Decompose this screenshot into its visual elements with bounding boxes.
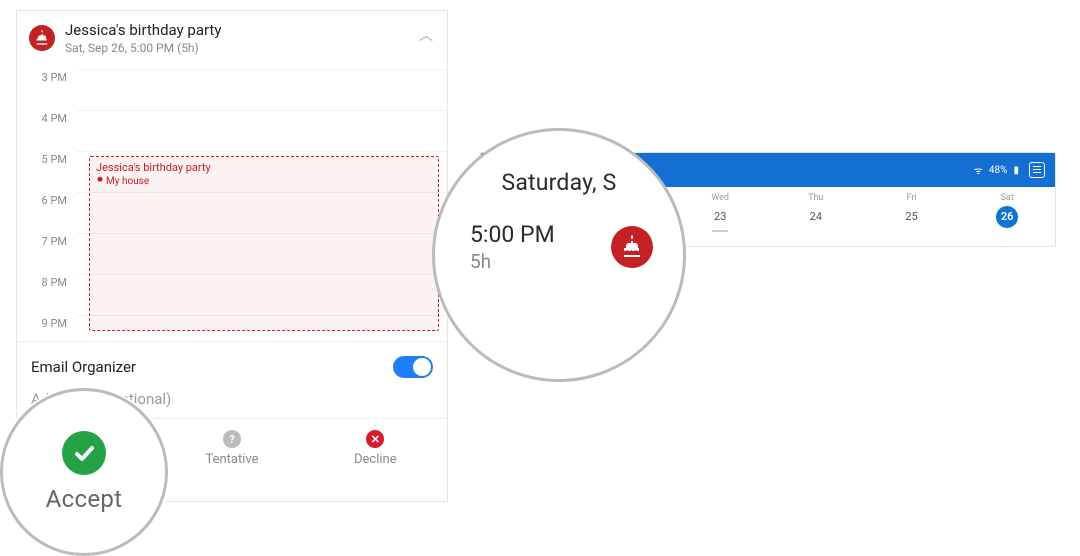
today-indicator	[712, 230, 728, 232]
hour-label: 5 PM	[17, 151, 77, 166]
day-number: 23	[709, 206, 731, 228]
email-organizer-row: Email Organizer	[17, 341, 447, 390]
tentative-label: Tentative	[205, 452, 258, 467]
hour-label: 6 PM	[17, 192, 77, 207]
event-block-title: Jessica's birthday party	[96, 161, 432, 174]
day-name: Sat	[959, 191, 1055, 205]
wifi-icon: ᯤ	[974, 163, 983, 177]
day-number: 25	[901, 206, 923, 228]
hour-label: 9 PM	[17, 315, 77, 330]
email-organizer-label: Email Organizer	[31, 358, 136, 376]
birthday-cake-icon	[611, 226, 653, 268]
day-name: Fri	[864, 191, 960, 205]
status-bar: ᯤ 48% ▮	[974, 163, 1019, 177]
event-block-location: My house	[96, 176, 432, 187]
hour-label: 3 PM	[17, 69, 77, 84]
zoom-callout-accept: Accept	[0, 388, 168, 556]
question-icon: ?	[223, 430, 241, 448]
timeline-view: 3 PM 4 PM 5 PM 6 PM 7 PM 8 PM 9 PM Jessi…	[17, 59, 447, 341]
event-time-zoom: 5:00 PM	[470, 221, 555, 248]
day-name: Thu	[768, 191, 864, 205]
day-header-zoom: Saturday, S	[435, 169, 683, 196]
event-header: Jessica's birthday party Sat, Sep 26, 5:…	[17, 11, 447, 59]
event-duration-zoom: 5h	[470, 250, 555, 273]
accept-label-zoom: Accept	[46, 485, 123, 513]
zoom-callout-event: Saturday, S 5:00 PM 5h	[432, 128, 686, 382]
day-name: Wed	[672, 191, 768, 205]
day-column[interactable]: Sat 26	[959, 191, 1055, 232]
day-column[interactable]: Fri 25	[864, 191, 960, 232]
chevron-up-icon[interactable]: ︿	[419, 25, 433, 45]
battery-percent: 48%	[989, 165, 1008, 176]
decline-button[interactable]: ✕ Decline	[304, 419, 447, 478]
agenda-icon[interactable]	[1029, 162, 1045, 178]
event-title: Jessica's birthday party	[65, 21, 435, 39]
decline-label: Decline	[354, 452, 397, 467]
day-number-selected: 26	[996, 206, 1018, 228]
hour-label: 7 PM	[17, 233, 77, 248]
day-column[interactable]: Thu 24	[768, 191, 864, 232]
hour-label: 4 PM	[17, 110, 77, 125]
day-column[interactable]: Wed 23	[672, 191, 768, 232]
tentative-button[interactable]: ? Tentative	[160, 419, 303, 478]
close-icon: ✕	[366, 430, 384, 448]
birthday-cake-icon	[29, 25, 55, 51]
day-number: 24	[805, 206, 827, 228]
calendar-event-block[interactable]: Jessica's birthday party My house	[89, 156, 439, 331]
battery-icon: ▮	[1013, 165, 1019, 176]
event-datetime-subtitle: Sat, Sep 26, 5:00 PM (5h)	[65, 41, 435, 55]
check-icon	[62, 431, 106, 475]
email-organizer-toggle[interactable]	[393, 356, 433, 378]
hour-label: 8 PM	[17, 274, 77, 289]
